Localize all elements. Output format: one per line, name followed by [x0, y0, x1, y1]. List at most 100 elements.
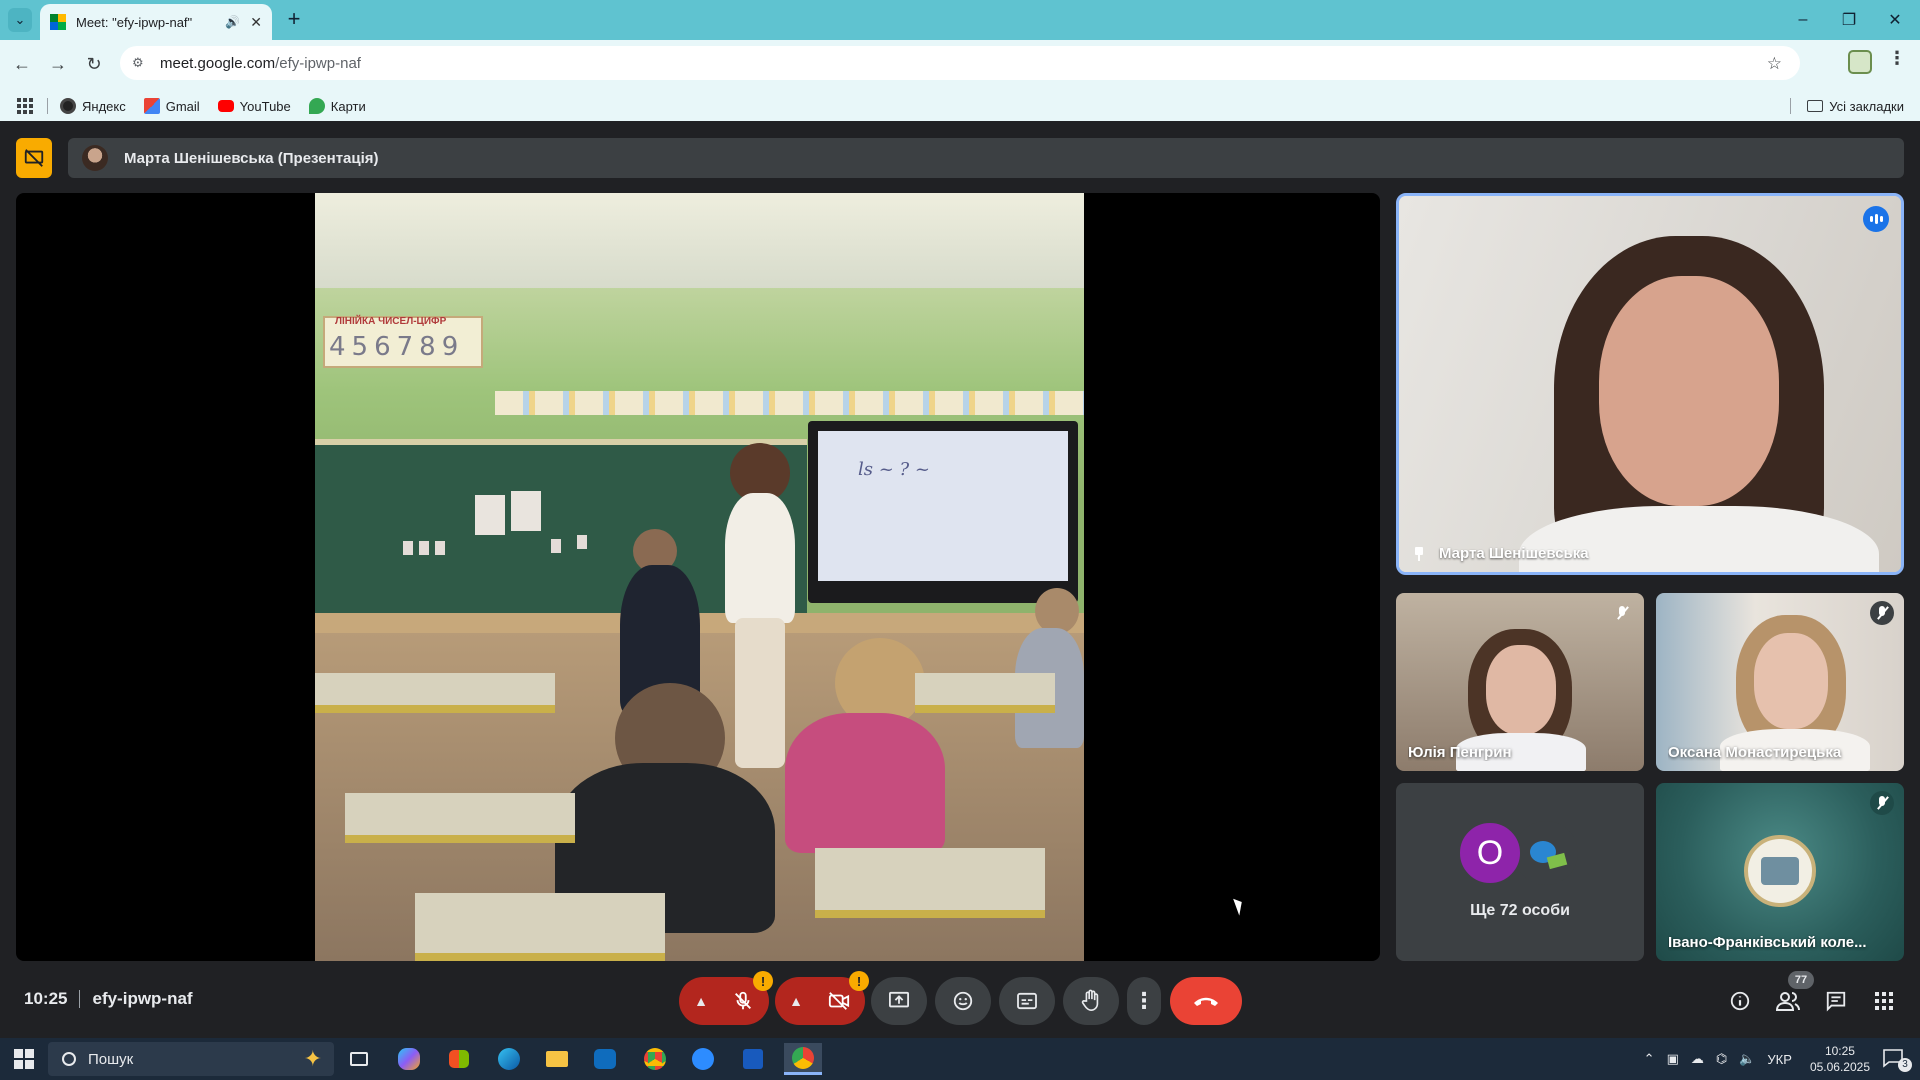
chrome-active-icon[interactable]	[784, 1043, 822, 1075]
presentation-video: ЛІНІЙКА ЧИСЕЛ-ЦИФР 456789 ls ~ ? ~	[315, 193, 1084, 961]
chrome-icon[interactable]	[636, 1043, 674, 1075]
leave-call-button[interactable]	[1170, 977, 1242, 1025]
participant-name: Марта Шенішевська	[1413, 545, 1589, 562]
windows-start-icon[interactable]	[14, 1049, 34, 1069]
yandex-icon	[60, 98, 76, 114]
meeting-info-divider	[79, 990, 81, 1008]
mic-off-glyph	[1877, 606, 1887, 620]
people-button[interactable]	[1770, 983, 1806, 1019]
mic-off-glyph	[1617, 606, 1627, 620]
apps-grid-icon	[1875, 992, 1893, 1010]
presentation-stage[interactable]: ЛІНІЙКА ЧИСЕЛ-ЦИФР 456789 ls ~ ? ~	[16, 193, 1380, 961]
chat-button[interactable]	[1818, 983, 1854, 1019]
tab-title: Meet: "efy-ipwp-naf"	[76, 14, 193, 30]
bookmarks-divider	[1790, 98, 1792, 114]
copilot-app-icon[interactable]	[390, 1043, 428, 1075]
volume-icon[interactable]: 🔈	[1739, 1051, 1755, 1067]
mic-off-icon[interactable]	[732, 990, 754, 1012]
school-desk	[415, 893, 665, 961]
extension-icon[interactable]	[1848, 50, 1872, 74]
address-bar[interactable]: ⚙ meet.google.com/efy-ipwp-naf ☆	[120, 46, 1800, 80]
participant-name-label: Оксана Монастирецька	[1668, 744, 1842, 761]
captions-button[interactable]	[999, 977, 1055, 1025]
participant-tile-main[interactable]: Марта Шенішевська	[1396, 193, 1904, 575]
camera-off-icon[interactable]	[827, 990, 851, 1012]
reload-icon[interactable]: ↻	[80, 50, 108, 78]
meeting-details-button[interactable]	[1722, 983, 1758, 1019]
mic-warning-badge: !	[753, 971, 773, 991]
apps-grid-icon[interactable]	[17, 98, 33, 114]
window-close-icon[interactable]: ✕	[1872, 0, 1918, 40]
url-path: /efy-ipwp-naf	[275, 54, 361, 72]
site-info-icon[interactable]: ⚙	[132, 55, 148, 71]
classroom-ceiling	[315, 193, 1084, 288]
board-card	[419, 541, 429, 555]
tray-overflow-chevron-icon[interactable]: ⌃	[1644, 1051, 1655, 1067]
teacher-legs	[735, 618, 785, 768]
back-arrow-icon[interactable]: ←	[8, 50, 36, 78]
taskbar-search[interactable]: Пошук ✦	[48, 1042, 334, 1076]
new-tab-plus-icon[interactable]: +	[282, 8, 306, 32]
window-restore-icon[interactable]: ❐	[1826, 0, 1872, 40]
mic-off-glyph	[1877, 796, 1887, 810]
camera-control[interactable]: ▲ !	[775, 971, 869, 1025]
participant-face	[1599, 276, 1779, 506]
tab-audio-playing-icon[interactable]: 🔊	[225, 15, 240, 29]
pin-icon[interactable]	[1413, 546, 1425, 561]
onedrive-icon[interactable]: ☁	[1691, 1051, 1704, 1067]
present-screen-button[interactable]	[871, 977, 927, 1025]
bookmark-youtube[interactable]: YouTube	[217, 99, 291, 114]
participant-face	[1754, 633, 1828, 729]
outlook-icon[interactable]	[586, 1043, 624, 1075]
bookmark-label: Яндекс	[82, 98, 126, 114]
board-card	[475, 495, 505, 535]
edge-browser-icon[interactable]	[490, 1043, 528, 1075]
taskbar-clock[interactable]: 10:25 05.06.2025	[1810, 1043, 1870, 1075]
browser-menu-icon[interactable]: ⋮	[1888, 48, 1906, 69]
tab-close-icon[interactable]: ✕	[250, 14, 262, 31]
participant-tile[interactable]: Івано-Франківський коле...	[1656, 783, 1904, 961]
participant-tile[interactable]: Юлія Пенгрин	[1396, 593, 1644, 771]
more-participants-tile[interactable]: О Ще 72 особи	[1396, 783, 1644, 961]
language-indicator[interactable]: УКР	[1767, 1052, 1792, 1067]
captions-icon	[1017, 992, 1037, 1010]
bookmark-star-icon[interactable]: ☆	[1767, 54, 1782, 74]
meet-tray-icon[interactable]: ▣	[1667, 1051, 1679, 1067]
participant-name-label: Марта Шенішевська	[1439, 545, 1589, 562]
bookmark-maps[interactable]: Карти	[308, 98, 366, 114]
activities-button[interactable]	[1866, 983, 1902, 1019]
more-participants-label: Ще 72 особи	[1470, 902, 1570, 919]
more-options-button[interactable]: ⋮	[1127, 977, 1161, 1025]
chevron-up-icon[interactable]: ▲	[789, 993, 803, 1009]
bookmark-gmail[interactable]: Gmail	[143, 98, 200, 114]
all-bookmarks[interactable]: Усі закладки	[1790, 98, 1904, 114]
system-tray: ⌃ ▣ ☁ ⌬ 🔈 УКР 10:25 05.06.2025 3	[1638, 1038, 1920, 1080]
speaking-indicator-icon	[1863, 206, 1889, 232]
raise-hand-button[interactable]	[1063, 977, 1119, 1025]
word-icon[interactable]	[734, 1043, 772, 1075]
forward-arrow-icon[interactable]: →	[44, 50, 72, 78]
reactions-button[interactable]	[935, 977, 991, 1025]
meeting-time: 10:25	[24, 989, 68, 1008]
youtube-icon	[217, 100, 234, 112]
file-explorer-icon[interactable]	[538, 1043, 576, 1075]
task-view-icon[interactable]	[340, 1043, 378, 1075]
network-icon[interactable]: ⌬	[1716, 1051, 1727, 1067]
window-minimize-icon[interactable]: –	[1780, 0, 1826, 40]
notifications-icon[interactable]: 3	[1882, 1048, 1912, 1072]
stop-presentation-button[interactable]	[16, 138, 52, 178]
meeting-info: 10:25 efy-ipwp-naf	[24, 989, 193, 1009]
notification-count: 3	[1898, 1058, 1912, 1072]
meet-controls-bar: 10:25 efy-ipwp-naf ▲ ! ▲ ! ⋮ 77	[0, 971, 1920, 1038]
chevron-up-icon[interactable]: ▲	[694, 993, 708, 1009]
teacher-body	[725, 493, 795, 623]
tab-search-chevron-icon[interactable]: ⌄	[8, 8, 32, 32]
participant-tile[interactable]: Оксана Монастирецька	[1656, 593, 1904, 771]
all-bookmarks-label: Усі закладки	[1829, 98, 1904, 114]
school-desk	[815, 848, 1045, 918]
microsoft-store-icon[interactable]	[440, 1043, 478, 1075]
browser-tab-meet[interactable]: Meet: "efy-ipwp-naf" 🔊 ✕	[40, 4, 272, 40]
microphone-control[interactable]: ▲ !	[679, 971, 773, 1025]
bookmark-yandex[interactable]: Яндекс	[60, 98, 126, 114]
zoom-icon[interactable]	[684, 1043, 722, 1075]
